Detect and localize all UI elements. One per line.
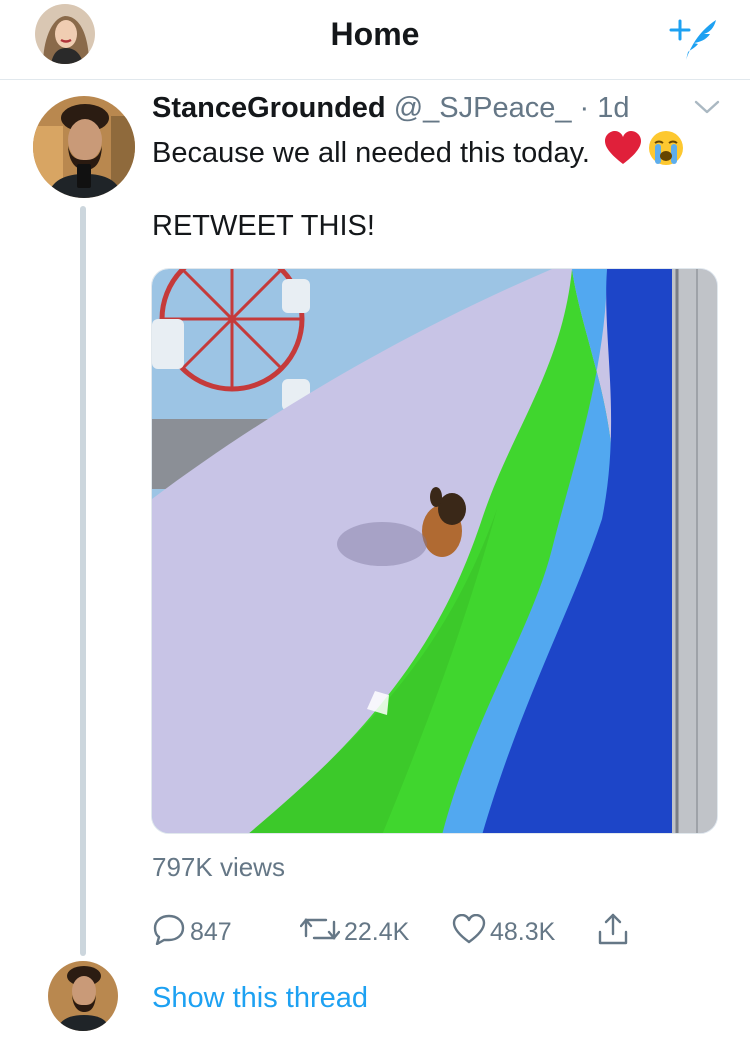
red-heart-emoji — [604, 131, 642, 174]
share-button[interactable] — [596, 912, 634, 952]
heart-icon — [452, 913, 490, 951]
handle-and-timestamp: @_SJPeace_ · 1d — [393, 92, 630, 124]
like-button[interactable]: 48.3K — [452, 912, 555, 952]
retweet-button[interactable]: 22.4K — [299, 912, 410, 952]
like-count: 48.3K — [490, 917, 556, 946]
author-avatar-small[interactable] — [48, 961, 118, 1031]
view-count: 797K views — [152, 852, 285, 882]
reply-count: 847 — [190, 917, 232, 946]
share-icon — [596, 912, 634, 953]
reply-button[interactable]: 847 — [152, 912, 232, 952]
tweet-actions: 847 22.4K 48.3K — [152, 912, 652, 952]
author-avatar[interactable] — [33, 96, 135, 198]
compose-tweet-icon[interactable] — [664, 10, 724, 64]
tweet-text-line1: Because we all needed this today. — [152, 130, 684, 175]
retweet-icon — [299, 914, 344, 951]
tweet-header: StanceGrounded @_SJPeace_ · 1d — [152, 92, 630, 125]
thread-connector-line — [80, 206, 86, 956]
tweet-text-line2: RETWEET THIS! — [152, 210, 375, 242]
display-name[interactable]: StanceGrounded — [152, 92, 386, 124]
tweet-text: Because we all needed this today. — [152, 136, 590, 169]
page-title: Home — [330, 16, 420, 52]
loudly-crying-face-emoji — [648, 130, 684, 175]
reply-icon — [152, 913, 190, 952]
show-thread-link[interactable]: Show this thread — [152, 982, 368, 1015]
video-thumbnail[interactable] — [151, 268, 718, 834]
chevron-down-icon[interactable] — [692, 96, 722, 118]
retweet-count: 22.4K — [344, 917, 410, 946]
top-header: Home — [0, 0, 750, 80]
